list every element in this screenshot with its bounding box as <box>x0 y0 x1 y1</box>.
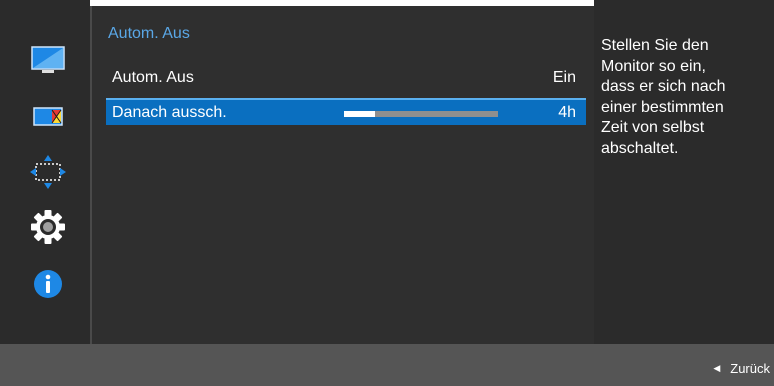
picture-icon[interactable] <box>26 40 70 80</box>
description-line: einer bestimmten <box>601 98 724 116</box>
description-line: dass er sich nach <box>601 78 726 95</box>
menu-item-label: Danach aussch. <box>112 103 227 121</box>
back-button[interactable]: ◀ Zurück <box>713 361 770 376</box>
menu-item-value: 4h <box>558 103 576 121</box>
description-line: abschaltet. <box>601 139 679 157</box>
back-arrow-icon: ◀ <box>713 363 721 373</box>
menu-item-danach-aussch[interactable]: Danach aussch. 4h <box>106 98 586 125</box>
footer-bar: ◀ Zurück <box>0 344 774 386</box>
description-line: Stellen Sie den <box>601 37 709 54</box>
settings-icon[interactable] <box>26 207 70 247</box>
description-line: Monitor so ein, <box>601 57 706 75</box>
description-text: Stellen Sie den Monitor so ein, dass er … <box>601 36 769 159</box>
menu-item-value: Ein <box>552 68 576 86</box>
timer-slider-fill <box>344 111 375 117</box>
osd-screen: Autom. Aus Autom. Aus Ein Danach aussch.… <box>0 0 774 386</box>
timer-slider[interactable] <box>344 111 498 117</box>
information-icon[interactable] <box>26 264 70 304</box>
size-position-icon[interactable] <box>26 152 70 192</box>
panel-title: Autom. Aus <box>108 25 190 42</box>
back-label: Zurück <box>730 361 770 376</box>
category-sidebar <box>0 0 90 344</box>
menu-panel: Autom. Aus Autom. Aus Ein Danach aussch.… <box>90 6 594 344</box>
color-icon[interactable] <box>26 96 70 136</box>
menu-item-autom-aus[interactable]: Autom. Aus Ein <box>106 64 586 91</box>
description-line: Zeit von selbst <box>601 119 705 136</box>
description-panel: Stellen Sie den Monitor so ein, dass er … <box>594 0 774 344</box>
menu-item-label: Autom. Aus <box>112 68 194 86</box>
